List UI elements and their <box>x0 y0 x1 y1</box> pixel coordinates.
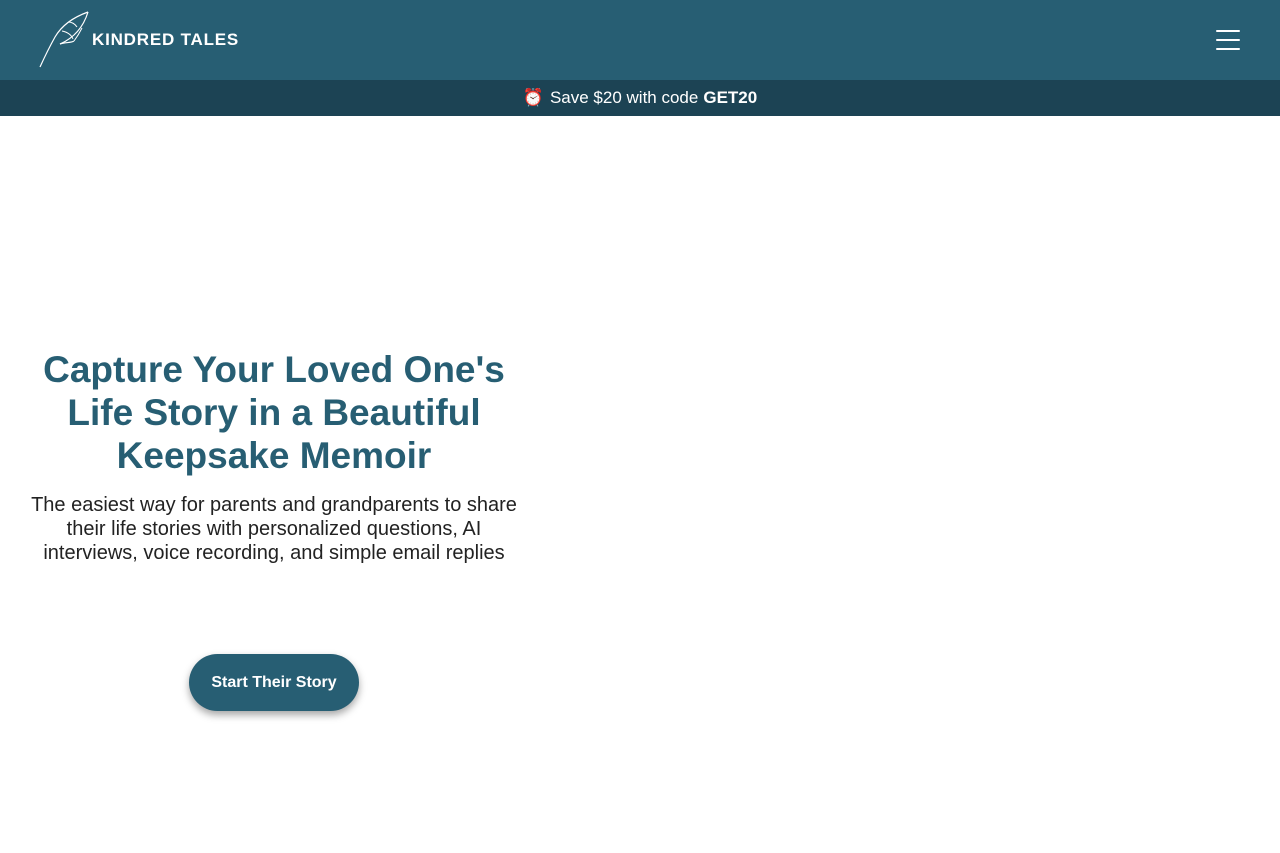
promo-banner: ⏰ Save $20 with code GET20 <box>0 80 1280 116</box>
hamburger-menu-icon[interactable] <box>1212 26 1244 54</box>
brand-name: KINDRED TALES <box>92 29 240 49</box>
start-their-story-button[interactable]: Start Their Story <box>189 654 359 711</box>
menu-bar <box>1216 48 1240 50</box>
promo-code: GET20 <box>703 88 758 107</box>
promo-text: Save $20 with code <box>549 88 699 107</box>
site-header: KINDRED TALES <box>0 0 1280 80</box>
alarm-clock-icon: ⏰ <box>522 88 544 107</box>
quill-feather-icon <box>39 11 89 68</box>
hero-subtitle: The easiest way for parents and grandpar… <box>31 494 517 564</box>
menu-bar <box>1216 30 1240 32</box>
menu-bar <box>1216 39 1240 41</box>
brand-logo-link[interactable]: KINDRED TALES <box>38 11 239 68</box>
hero-title: Capture Your Loved One's Life Story in a… <box>43 349 505 476</box>
hero-section: Capture Your Loved One's Life Story in a… <box>30 348 518 565</box>
